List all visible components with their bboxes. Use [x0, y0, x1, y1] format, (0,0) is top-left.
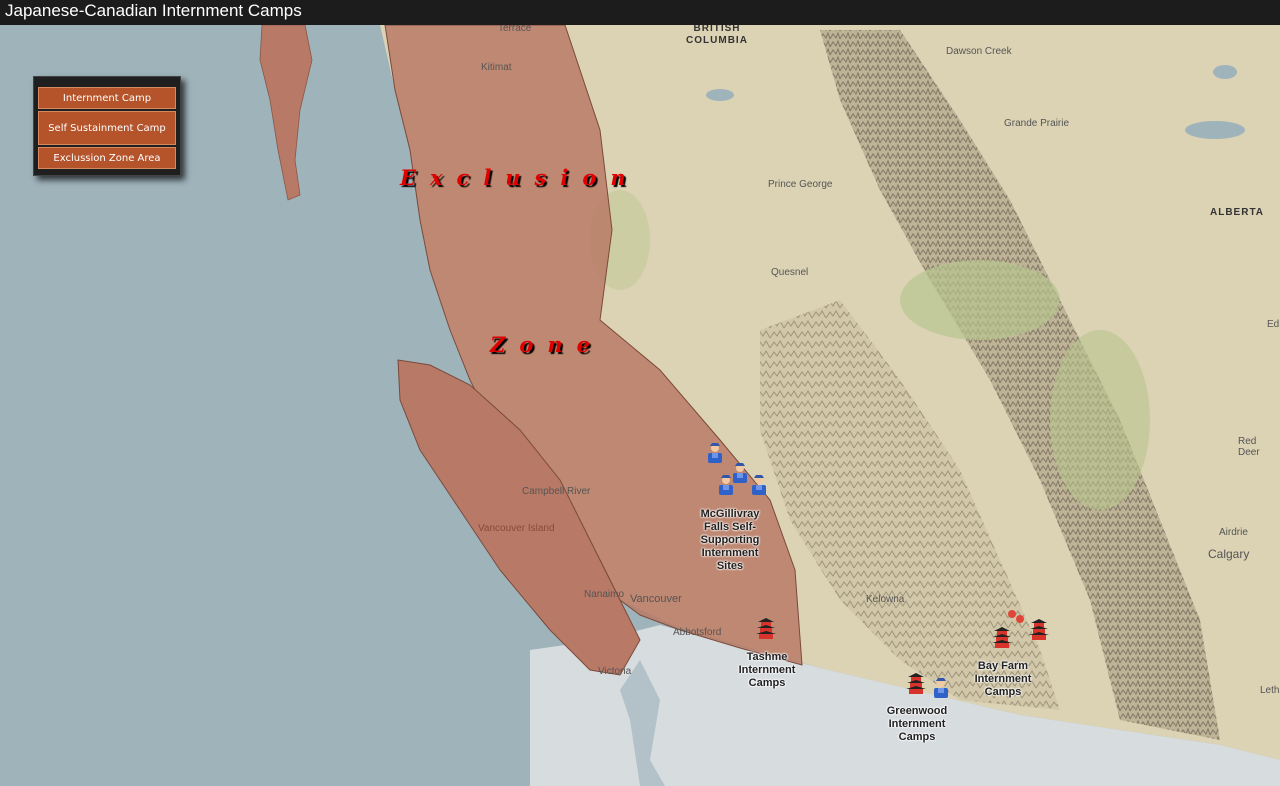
place-kitimat: Kitimat [481, 62, 512, 73]
lake [706, 89, 734, 101]
map-svg[interactable] [0, 25, 1280, 786]
page-title: Japanese-Canadian Internment Camps [5, 1, 302, 20]
place-prince-george: Prince George [768, 179, 833, 190]
red-pagoda-icon[interactable] [906, 672, 926, 694]
forest-area [900, 260, 1060, 340]
lake [1185, 121, 1245, 139]
legend-internment-camp-button[interactable]: Internment Camp [38, 87, 176, 109]
camp-label-mcgillivray: McGillivray Falls Self-Supporting Intern… [700, 508, 760, 572]
red-pagoda-icon[interactable] [756, 617, 776, 639]
place-edmonton: Ed [1267, 319, 1280, 330]
forest-area [1050, 330, 1150, 510]
place-abbotsford: Abbotsford [673, 627, 722, 638]
worker-icon[interactable] [705, 442, 725, 464]
place-kelowna: Kelowna [866, 594, 905, 605]
title-bar: Japanese-Canadian Internment Camps [0, 0, 1280, 25]
red-pin-cluster-icon[interactable] [1006, 609, 1028, 625]
legend-panel: Internment Camp Self Sustainment Camp Ex… [33, 76, 181, 176]
worker-icon[interactable] [716, 474, 736, 496]
place-grande-prairie: Grande Prairie [1004, 118, 1070, 129]
place-campbell-river: Campbell River [522, 486, 591, 497]
map-canvas[interactable]: Exclusion Zone BRITISH COLUMBIA ALBERTA … [0, 23, 1280, 786]
place-dawson-creek: Dawson Creek [946, 46, 1012, 57]
place-nanaimo: Nanaimo [584, 589, 625, 600]
red-pagoda-icon[interactable] [1029, 618, 1049, 640]
place-calgary: Calgary [1208, 547, 1250, 561]
legend-exclusion-zone-button[interactable]: Exclussion Zone Area [38, 147, 176, 169]
camp-label-bay-farm: Bay Farm Internment Camps [974, 660, 1032, 698]
camp-label-tashme: Tashme Internment Camps [738, 651, 796, 689]
camp-label-greenwood: Greenwood Internment Camps [886, 705, 948, 743]
exclusion-zone-label-line1: Exclusion [400, 165, 640, 190]
red-pagoda-icon[interactable] [992, 626, 1012, 648]
place-lethbridge: Leth [1260, 685, 1280, 696]
place-alberta: ALBERTA [1210, 207, 1265, 218]
place-airdrie: Airdrie [1219, 527, 1248, 538]
place-quesnel: Quesnel [771, 267, 809, 278]
worker-icon[interactable] [931, 677, 951, 699]
place-vancouver-island: Vancouver Island [478, 523, 555, 534]
place-red-deer: Red Deer [1238, 436, 1260, 458]
exclusion-zone-label-line2: Zone [490, 332, 604, 357]
worker-icon[interactable] [749, 474, 769, 496]
legend-self-sustainment-camp-button[interactable]: Self Sustainment Camp [38, 111, 176, 145]
place-british-columbia: BRITISH COLUMBIA [686, 23, 748, 46]
place-victoria: Victoria [598, 666, 632, 677]
lake [1213, 65, 1237, 79]
place-vancouver: Vancouver [630, 593, 682, 605]
